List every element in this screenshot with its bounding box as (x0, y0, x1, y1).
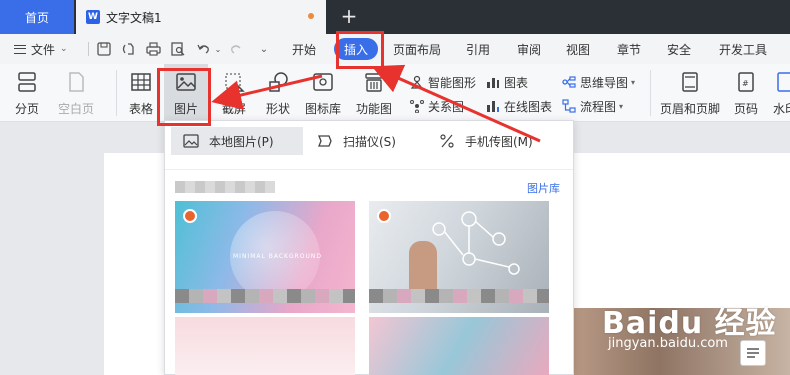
watermark-url: jingyan.baidu.com (608, 336, 728, 351)
arrow-to-picture (211, 74, 323, 110)
baidu-watermark: Baidu 经验 jingyan.baidu.com (602, 298, 777, 351)
arrow-to-insert (371, 64, 541, 143)
